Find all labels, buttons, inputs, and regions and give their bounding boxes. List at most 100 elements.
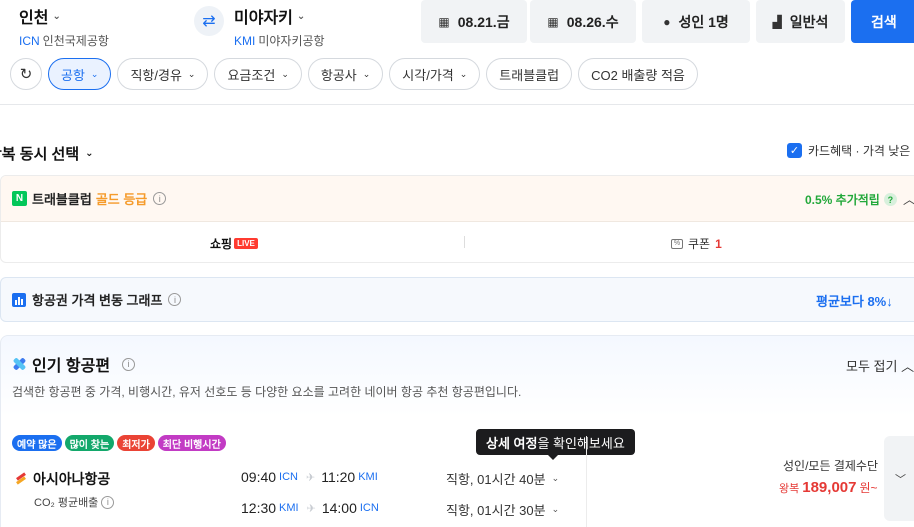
filter-chip-label: 직항/경유 xyxy=(130,67,182,83)
live-badge: LIVE xyxy=(234,238,258,249)
chevron-down-icon: ⌄ xyxy=(281,68,289,79)
filter-chips: ↻ 공항 ⌄ 직항/경유 ⌄ 요금조건 ⌄ 항공사 ⌄ 시각/가격 ⌄ 트래블클럽 CO2 배출량 적… xyxy=(10,58,698,91)
flight-segment: 09:40 ICN ✈ 11:20 KMI xyxy=(241,469,378,485)
chevron-down-icon: ﹀ xyxy=(895,473,906,486)
person-icon: ● xyxy=(663,14,671,29)
bar-chart-icon xyxy=(12,292,26,307)
chevron-down-icon: ⌄ xyxy=(52,10,61,22)
extra-points: 0.5% 추가적립 ? xyxy=(805,191,897,208)
filter-chip-label: 항공사 xyxy=(320,67,357,83)
travel-club-panel: N 트래블클럽 골드 등급 i 0.5% 추가적립 ? ︿ 쇼핑 LIVE % … xyxy=(0,175,914,263)
filter-chip[interactable]: CO2 배출량 적음 xyxy=(578,58,698,90)
chevron-up-icon[interactable]: ︿ xyxy=(903,189,914,208)
shopping-live-link[interactable]: 쇼핑 LIVE xyxy=(210,235,258,252)
coupon-label: 쿠폰 xyxy=(688,237,711,251)
tooltip-text: 을 확인해보세요 xyxy=(537,435,625,451)
info-icon[interactable]: i xyxy=(101,495,115,509)
chevron-down-icon: ⌄ xyxy=(187,68,196,79)
help-icon[interactable]: ? xyxy=(883,193,897,206)
popular-description: 검색한 항공편 중 가격, 비행시간, 유저 선호도 등 다양한 요소를 고려한… xyxy=(12,385,522,399)
coupon-icon: % xyxy=(671,238,683,249)
chevron-down-icon: ⌄ xyxy=(90,68,99,79)
collapse-all-button[interactable]: 모두 접기 ︿ xyxy=(846,356,914,375)
flight-price[interactable]: 왕복 189,007 원~ xyxy=(779,479,878,496)
dep-airport-code: KMI xyxy=(279,502,299,514)
card-benefit-option[interactable]: ✓ 카드혜택 · 가격 낮은 순 xyxy=(787,142,914,159)
price-graph-title: 항공권 가격 변동 그래프 xyxy=(32,293,163,308)
flight-duration[interactable]: 직항, 01시간 30분 ⌄ xyxy=(446,500,559,519)
duration-label: 직항, 01시간 40분 xyxy=(446,472,546,487)
flight-badge: 최단 비행시간 xyxy=(157,435,226,451)
checkbox-icon[interactable]: ✓ xyxy=(787,143,802,158)
filter-chip-label: 시각/가격 xyxy=(402,67,454,83)
chevron-down-icon: ⌄ xyxy=(551,504,560,514)
recommend-icon xyxy=(12,357,26,371)
travel-club-title: 트래블클럽 xyxy=(32,192,92,207)
info-icon[interactable]: i xyxy=(122,357,136,371)
destination-airport: 미야자키공항 xyxy=(258,34,325,48)
roundtrip-label: 왕복 xyxy=(779,483,800,495)
chevron-down-icon: ⌄ xyxy=(551,473,560,483)
search-button[interactable]: 검색 xyxy=(851,0,914,43)
origin-city: 인천 xyxy=(19,10,49,27)
info-icon[interactable]: i xyxy=(168,293,182,306)
price-graph-panel[interactable]: 항공권 가격 변동 그래프 i 평균보다 8%↓ xyxy=(0,277,914,322)
destination-selector[interactable]: 미야자키 ⌄ KMI 미야자키공항 xyxy=(234,4,325,49)
origin-selector[interactable]: 인천 ⌄ ICN 인천국제공항 xyxy=(19,4,109,49)
price-currency: 원~ xyxy=(859,481,878,495)
chevron-down-icon: ⌄ xyxy=(362,68,371,79)
flight-duration[interactable]: 직항, 01시간 40분 ⌄ xyxy=(446,469,559,488)
chevron-down-icon: ⌄ xyxy=(85,148,94,159)
naver-logo: N xyxy=(12,191,27,206)
seat-icon: ▟ xyxy=(772,14,782,29)
search-header: 인천 ⌄ ICN 인천국제공항 ⇄ 미야자키 ⌄ KMI 미야자키공항 ▦ 08.21.… xyxy=(0,0,914,48)
depart-date-button[interactable]: ▦ 08.21.금 xyxy=(421,0,527,43)
dep-time: 09:40 xyxy=(241,469,277,485)
origin-code: ICN xyxy=(19,34,40,48)
filter-chip-label: 공항 xyxy=(61,67,85,83)
expand-button[interactable]: ﹀ xyxy=(884,436,914,521)
flight-badge: 최저가 xyxy=(117,435,155,451)
airplane-icon: ✈ xyxy=(306,502,316,515)
filter-chip[interactable]: 공항 ⌄ xyxy=(48,58,112,90)
calendar-icon: ▦ xyxy=(438,14,450,29)
airline-name: 아시아나항공 xyxy=(33,471,111,487)
popular-flights-panel: 인기 항공편 i 모두 접기 ︿ 검색한 항공편 중 가격, 비행시간, 유저 … xyxy=(0,335,914,527)
divider xyxy=(0,104,914,105)
price-amount: 189,007 xyxy=(802,479,857,496)
arr-time: 14:00 xyxy=(321,500,357,516)
return-date-button[interactable]: ▦ 08.26.수 xyxy=(530,0,636,43)
refresh-icon[interactable]: ↻ xyxy=(10,58,42,90)
filter-chip[interactable]: 요금조건 ⌄ xyxy=(214,58,302,90)
card-benefit-label: 카드혜택 · 가격 낮은 순 xyxy=(808,144,914,158)
arr-airport-code: KMI xyxy=(358,471,378,483)
filter-chip[interactable]: 직항/경유 ⌄ xyxy=(117,58,209,90)
destination-code: KMI xyxy=(234,34,256,48)
filter-chip[interactable]: 트래블클럽 xyxy=(486,58,573,90)
seat-class: 일반석 xyxy=(789,13,829,30)
passengers: 성인 1명 xyxy=(678,13,729,30)
roundtrip-select[interactable]: 왕복 동시 선택 ⌄ xyxy=(0,143,94,164)
dep-airport-code: ICN xyxy=(279,471,298,483)
extra-points-label: 0.5% 추가적립 xyxy=(805,193,880,207)
payment-label: 성인/모든 결제수단 xyxy=(783,459,878,473)
coupon-count: 1 xyxy=(715,236,722,251)
co2-label: CO₂ 평균배출 xyxy=(34,497,99,509)
airplane-icon: ✈ xyxy=(306,471,316,484)
roundtrip-label: 왕복 동시 선택 xyxy=(0,146,80,163)
filter-chip[interactable]: 항공사 ⌄ xyxy=(307,58,384,90)
airline: 아시아나항공 xyxy=(15,469,110,489)
coupon-link[interactable]: % 쿠폰 1 xyxy=(671,235,722,252)
seat-class-button[interactable]: ▟ 일반석 xyxy=(756,0,845,43)
filter-chip[interactable]: 시각/가격 ⌄ xyxy=(389,58,481,90)
divider xyxy=(586,436,587,527)
duration-label: 직항, 01시간 30분 xyxy=(446,503,546,518)
passengers-button[interactable]: ● 성인 1명 xyxy=(642,0,750,43)
swap-icon[interactable]: ⇄ xyxy=(194,6,224,36)
filter-chip-label: CO2 배출량 적음 xyxy=(591,67,685,83)
shopping-label: 쇼핑 xyxy=(210,237,233,251)
depart-date: 08.21.금 xyxy=(457,13,510,30)
calendar-icon: ▦ xyxy=(547,14,559,29)
info-icon[interactable]: i xyxy=(153,192,167,205)
detail-tooltip: 상세 여정 을 확인해보세요 xyxy=(476,429,635,460)
